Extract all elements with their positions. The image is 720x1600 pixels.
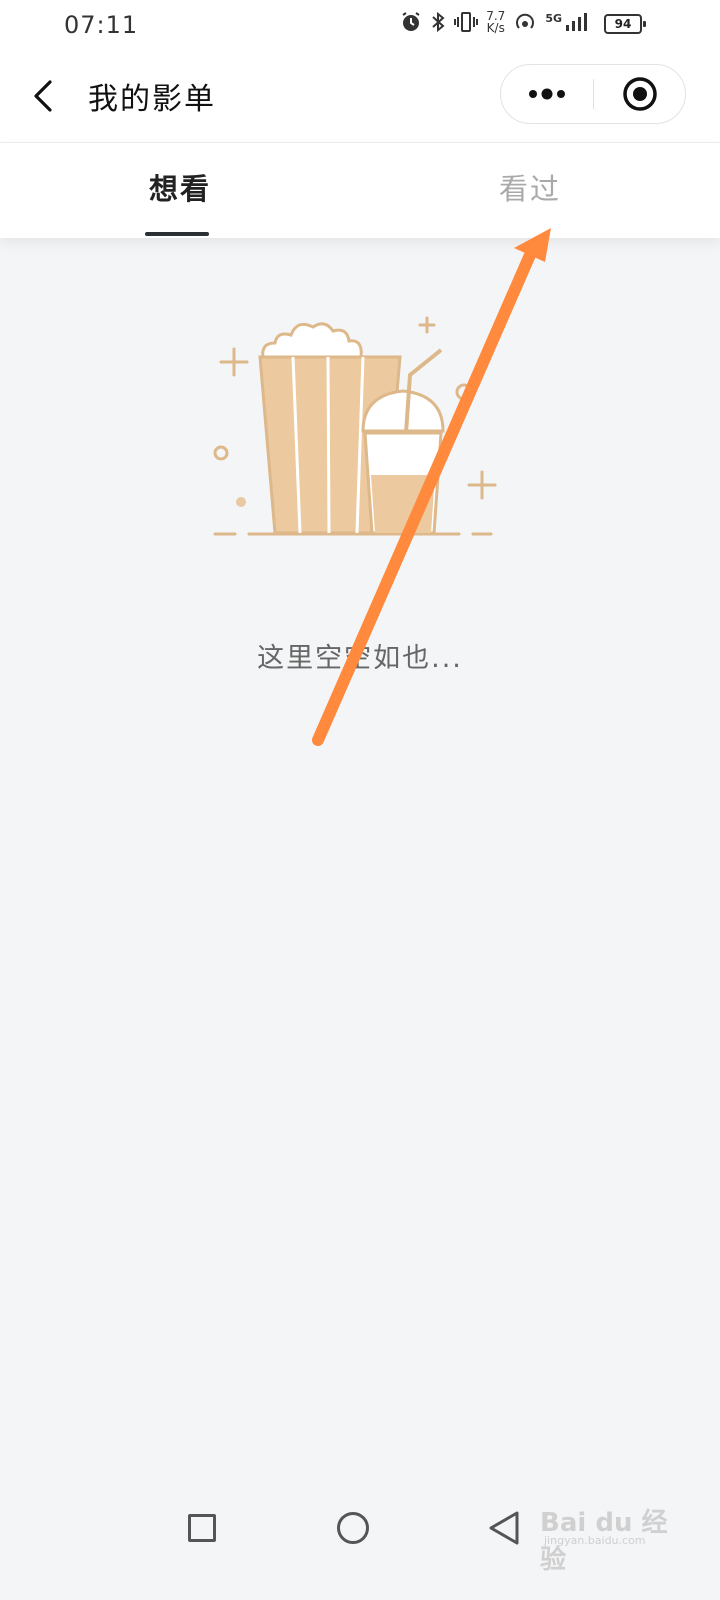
net-speed: 7.7 K/s — [486, 10, 505, 34]
bluetooth-icon — [432, 11, 445, 33]
more-button[interactable] — [501, 65, 593, 123]
popcorn-and-drink-illustration — [213, 316, 497, 536]
tab-active-indicator — [145, 232, 209, 236]
recent-apps-icon[interactable] — [188, 1514, 216, 1542]
close-miniprogram-button[interactable] — [594, 65, 686, 123]
tab-watched[interactable]: 看过 — [350, 143, 710, 238]
alarm-icon — [402, 12, 420, 31]
vibrate-icon — [454, 12, 479, 32]
page-title: 我的影单 — [88, 82, 216, 117]
net-speed-unit: K/s — [486, 21, 505, 35]
battery-icon: 94 — [604, 14, 646, 34]
status-time: 07:11 — [64, 11, 139, 39]
tab-bar: 想看 看过 — [0, 143, 720, 238]
nav-bar: 我的影单 — [0, 50, 720, 143]
watermark-url: jingyan.baidu.com — [544, 1534, 646, 1547]
menu-capsule — [500, 64, 686, 124]
empty-message: 这里空空如也... — [257, 643, 463, 674]
baidu-watermark: Bai du 经验 jingyan.baidu.com — [540, 1492, 680, 1575]
home-icon[interactable] — [337, 1512, 369, 1544]
signal-label: 5G — [545, 11, 562, 25]
status-bar: 07:11 7.7 K/s 5G 94 — [0, 0, 720, 50]
tab-want-to-watch[interactable]: 想看 — [0, 143, 360, 238]
status-icons: 7.7 K/s 5G — [400, 10, 590, 34]
signal-icon — [566, 13, 587, 31]
battery-level: 94 — [614, 17, 632, 31]
hotspot-icon — [516, 13, 535, 29]
target-close-icon — [623, 77, 657, 111]
back-triangle-icon[interactable] — [487, 1510, 521, 1546]
more-dots-icon — [529, 88, 565, 100]
chevron-left-icon — [34, 80, 52, 112]
back-button[interactable] — [28, 76, 68, 116]
